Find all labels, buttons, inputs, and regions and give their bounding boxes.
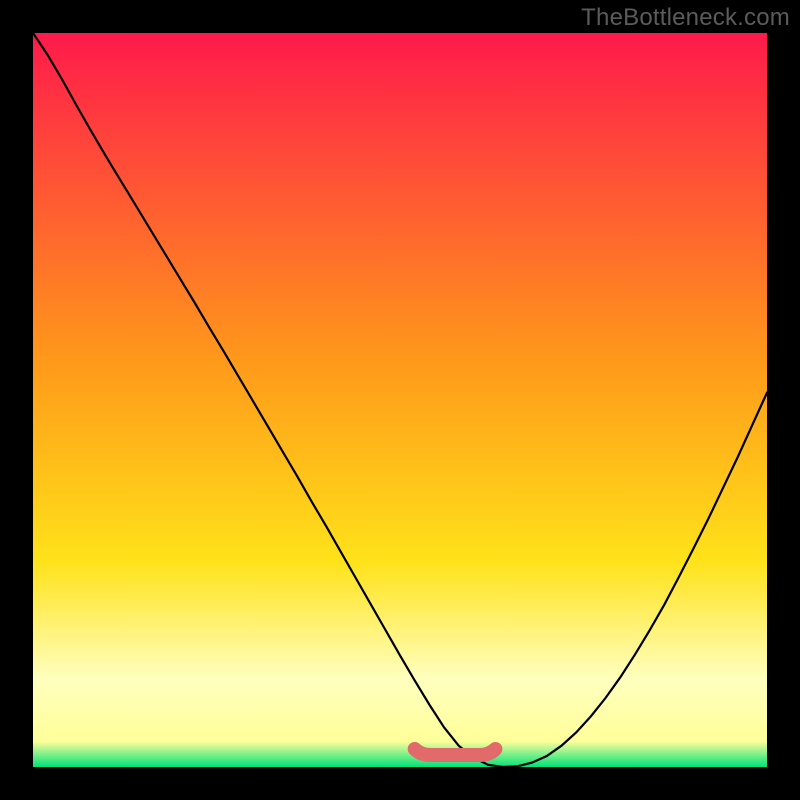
- chart-svg: [33, 33, 767, 767]
- minimum-marker: [415, 749, 496, 755]
- plot-area: [33, 33, 767, 767]
- watermark-text: TheBottleneck.com: [581, 4, 790, 32]
- outer-frame: TheBottleneck.com: [0, 0, 800, 800]
